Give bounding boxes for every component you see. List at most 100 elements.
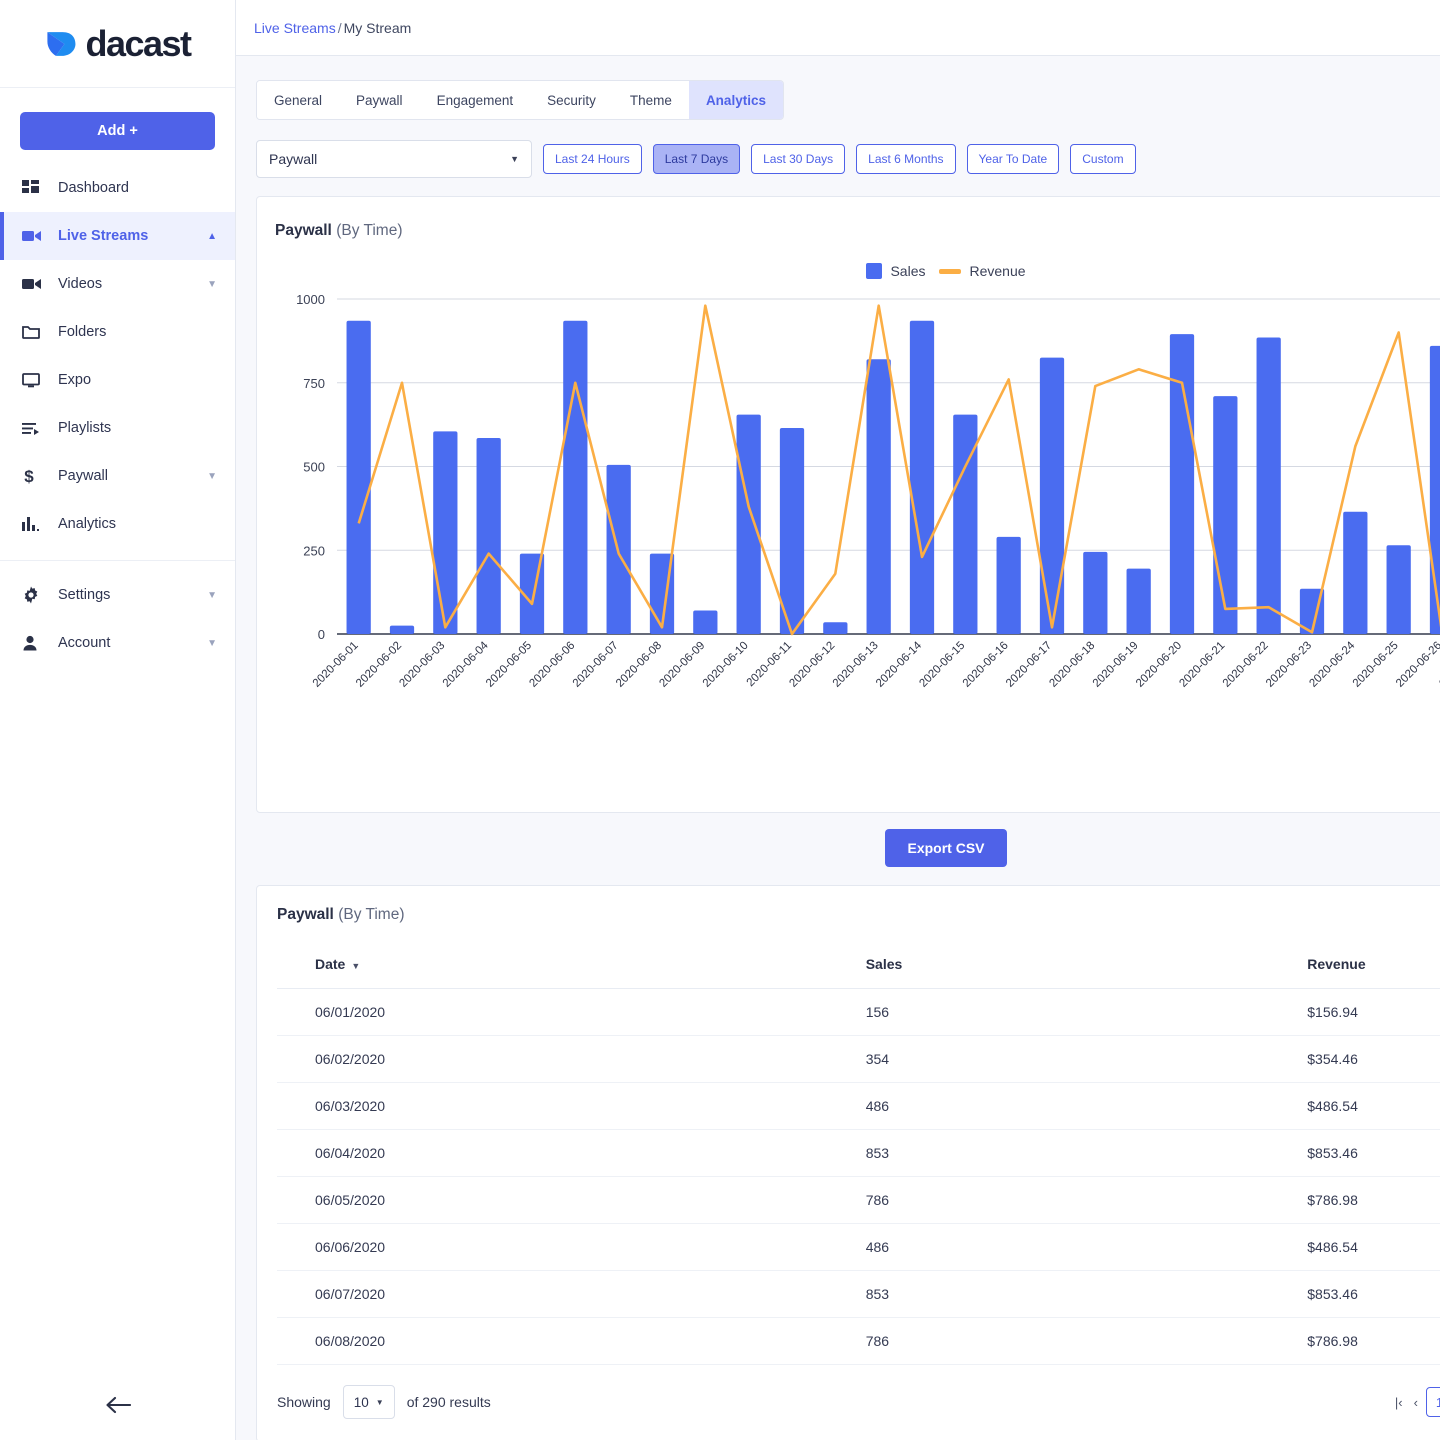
- cell-sales: 486: [866, 1224, 1308, 1271]
- top-bar: Live Streams/My Stream ? EA Upgrade: [236, 0, 1440, 56]
- tab-theme[interactable]: Theme: [613, 81, 689, 119]
- page-size-select[interactable]: 10 ▼: [343, 1385, 395, 1419]
- breadcrumb: Live Streams/My Stream: [254, 20, 411, 36]
- filter-row: Paywall ▼ Last 24 Hours Last 7 Days Last…: [256, 140, 1440, 178]
- svg-text:2020-06-26: 2020-06-26: [1394, 640, 1440, 690]
- table-row[interactable]: 06/03/2020486$486.54: [277, 1083, 1440, 1130]
- results-count-label: of 290 results: [407, 1394, 491, 1410]
- table-row[interactable]: 06/02/2020354$354.46: [277, 1036, 1440, 1083]
- svg-text:2020-06-15: 2020-06-15: [917, 640, 967, 690]
- sidebar-item-paywall[interactable]: $ Paywall ▼: [0, 452, 235, 500]
- breadcrumb-root-link[interactable]: Live Streams: [254, 20, 336, 36]
- sidebar-item-label: Analytics: [58, 516, 217, 532]
- sidebar-item-folders[interactable]: Folders: [0, 308, 235, 356]
- cell-sales: 786: [866, 1318, 1308, 1365]
- range-custom[interactable]: Custom: [1070, 144, 1135, 174]
- range-last-24-hours[interactable]: Last 24 Hours: [543, 144, 642, 174]
- page-content: General Paywall Engagement Security Them…: [236, 56, 1440, 1440]
- pagination: Showing 10 ▼ of 290 results |‹ ‹ 1 2 3 4…: [257, 1365, 1440, 1440]
- table-row[interactable]: 06/01/2020156$156.94: [277, 989, 1440, 1036]
- cell-sales: 354: [866, 1036, 1308, 1083]
- column-header-date-label: Date: [315, 956, 345, 972]
- chevron-down-icon: ▼: [376, 1398, 384, 1407]
- sidebar-collapse-button[interactable]: [0, 1396, 235, 1414]
- tab-paywall[interactable]: Paywall: [339, 81, 420, 119]
- svg-text:2020-06-18: 2020-06-18: [1047, 640, 1097, 690]
- sidebar-item-analytics[interactable]: Analytics: [0, 500, 235, 548]
- column-header-date[interactable]: Date ▼: [277, 930, 866, 989]
- export-csv-button[interactable]: Export CSV: [885, 829, 1006, 867]
- cell-revenue: $786.98: [1307, 1318, 1440, 1365]
- prev-page-button[interactable]: ‹: [1411, 1395, 1421, 1410]
- table-row[interactable]: 06/05/2020786$786.98: [277, 1177, 1440, 1224]
- table-title-main: Paywall: [277, 906, 334, 923]
- video-camera-icon: [22, 229, 48, 243]
- data-table-card: Paywall (By Time) Date▼ Sales Revenu: [256, 885, 1440, 1440]
- page-size-value: 10: [354, 1395, 369, 1410]
- sidebar-item-expo[interactable]: Expo: [0, 356, 235, 404]
- table-row[interactable]: 06/06/2020486$486.54: [277, 1224, 1440, 1271]
- sidebar-divider: [0, 560, 235, 561]
- metric-select[interactable]: Paywall ▼: [256, 140, 532, 178]
- breadcrumb-current: My Stream: [344, 20, 412, 36]
- tab-engagement[interactable]: Engagement: [420, 81, 531, 119]
- sidebar-item-dashboard[interactable]: Dashboard: [0, 164, 235, 212]
- person-icon: [22, 635, 48, 651]
- table-row[interactable]: 06/07/2020853$853.46: [277, 1271, 1440, 1318]
- svg-text:2020-06-06: 2020-06-06: [527, 640, 577, 690]
- table-head: Date ▼ Sales Revenue: [277, 930, 1440, 989]
- sidebar-item-label: Dashboard: [58, 180, 217, 196]
- gear-icon: [22, 586, 48, 604]
- chevron-down-icon[interactable]: ▼: [207, 471, 217, 482]
- svg-text:2020-06-03: 2020-06-03: [397, 640, 447, 690]
- arrow-left-icon: [105, 1396, 131, 1414]
- paywall-by-time-chart[interactable]: 02505007501000$0.00$25,000.00$50,000.00$…: [275, 289, 1440, 789]
- svg-text:2020-06-20: 2020-06-20: [1134, 640, 1184, 690]
- sidebar-item-account[interactable]: Account ▼: [0, 619, 235, 667]
- sort-chevron-down-icon: ▼: [351, 961, 360, 971]
- first-page-button[interactable]: |‹: [1392, 1395, 1406, 1410]
- page-button-1[interactable]: 1: [1426, 1387, 1440, 1417]
- sidebar-item-settings[interactable]: Settings ▼: [0, 571, 235, 619]
- sidebar-item-playlists[interactable]: Playlists: [0, 404, 235, 452]
- chevron-up-icon[interactable]: ▲: [207, 231, 217, 242]
- sidebar-item-label: Expo: [58, 372, 217, 388]
- chevron-down-icon[interactable]: ▼: [207, 279, 217, 290]
- sidebar-item-label: Settings: [58, 587, 207, 603]
- cell-date: 06/07/2020: [277, 1271, 866, 1318]
- tab-security[interactable]: Security: [530, 81, 613, 119]
- dacast-logo-icon: [44, 27, 78, 61]
- legend-item-sales: Sales: [866, 263, 925, 279]
- tab-analytics[interactable]: Analytics: [689, 81, 783, 119]
- sidebar-item-videos[interactable]: Videos ▼: [0, 260, 235, 308]
- add-button[interactable]: Add +: [20, 112, 215, 150]
- table-row[interactable]: 06/04/2020853$853.46: [277, 1130, 1440, 1177]
- main-area: Live Streams/My Stream ? EA Upgrade Gene…: [236, 0, 1440, 1440]
- svg-text:0: 0: [318, 627, 325, 642]
- range-last-7-days[interactable]: Last 7 Days: [653, 144, 740, 174]
- brand-logo[interactable]: dacast: [0, 0, 235, 88]
- svg-text:2020-06-19: 2020-06-19: [1091, 640, 1141, 690]
- tab-general[interactable]: General: [257, 81, 339, 119]
- legend-swatch-revenue-icon: [939, 269, 961, 274]
- range-last-6-months[interactable]: Last 6 Months: [856, 144, 955, 174]
- legend-label-revenue: Revenue: [969, 263, 1025, 279]
- svg-text:2020-06-23: 2020-06-23: [1264, 640, 1314, 690]
- column-header-sales[interactable]: Sales: [866, 930, 1308, 989]
- svg-text:750: 750: [303, 376, 325, 391]
- column-header-revenue[interactable]: Revenue: [1307, 930, 1440, 989]
- table-row[interactable]: 06/08/2020786$786.98: [277, 1318, 1440, 1365]
- showing-label: Showing: [277, 1394, 331, 1410]
- svg-text:2020-06-07: 2020-06-07: [571, 640, 621, 690]
- range-year-to-date[interactable]: Year To Date: [967, 144, 1060, 174]
- analytics-table: Date ▼ Sales Revenue 06/01/2020156$156.94…: [277, 930, 1440, 1365]
- sidebar-item-label: Playlists: [58, 420, 217, 436]
- chevron-down-icon[interactable]: ▼: [207, 590, 217, 601]
- svg-text:2020-06-12: 2020-06-12: [787, 640, 837, 690]
- range-last-30-days[interactable]: Last 30 Days: [751, 144, 845, 174]
- chevron-down-icon[interactable]: ▼: [207, 638, 217, 649]
- folder-icon: [22, 325, 48, 339]
- sidebar-item-live-streams[interactable]: Live Streams ▲: [0, 212, 235, 260]
- cell-date: 06/04/2020: [277, 1130, 866, 1177]
- cell-revenue: $786.98: [1307, 1177, 1440, 1224]
